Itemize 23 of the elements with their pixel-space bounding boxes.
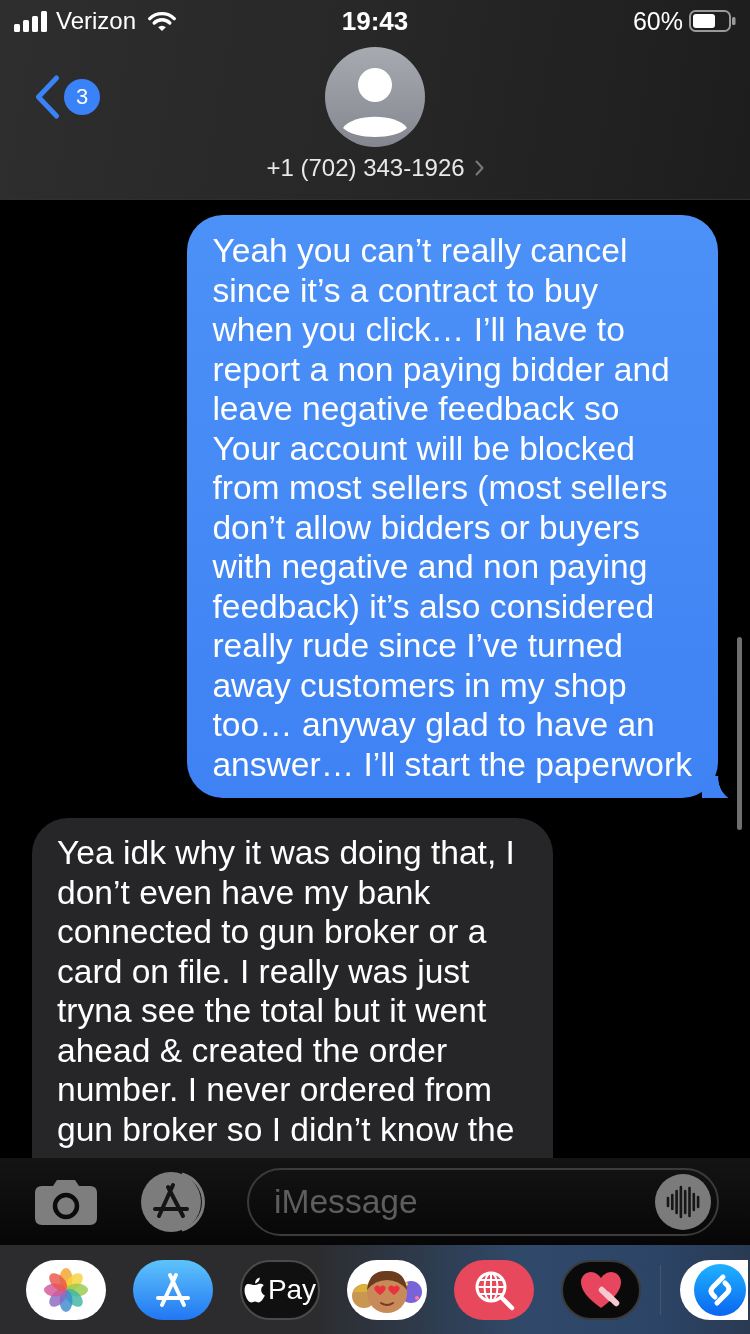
avatar-icon[interactable] [325,47,425,147]
heart-icon [579,1269,623,1310]
back-button[interactable]: 3 [35,75,100,119]
carrier-name: Verizon [56,7,137,35]
signal-strength-icon [14,10,48,32]
chevron-right-icon[interactable] [474,160,484,176]
contact-phone-number[interactable]: +1 (702) 343-1926 [266,154,465,182]
app-drawer-button[interactable] [680,1259,748,1320]
unread-count-badge: 3 [64,79,100,115]
camera-icon[interactable] [35,1178,97,1225]
waveform-icon[interactable] [655,1173,711,1230]
pay-button[interactable]: Pay [240,1259,320,1320]
battery-icon [689,10,736,32]
battery-percentage: 60% [632,7,683,35]
apple-icon [243,1276,266,1303]
wifi-icon [148,10,177,32]
swirl-icon [694,1263,746,1316]
message-input-field[interactable]: iMessage [247,1167,719,1236]
received-message-bubble: Yea idk why it was doing that, I don’t even have my bank connected to gun broker or a card on file. I really was just tryna see the total but it went ahead & created the order number. I never ordered from gun broker so I didn’t know the [32,818,553,1158]
sent-message-bubble: Yeah you can’t really cancel since it’s a contract to buy when you click… I’ll have to report a non paying bidder and leave negative feedback so Your account will be blocked from most sellers (most sellers don’t allow bidders or buyers with negative and non paying feedback) it’s also considered really rude since I’ve turned away customers in my shop too… anyway glad to have an answer… I’ll start the paperwork [187,215,728,798]
status-time: 19:43 [341,6,409,36]
flower-icon [43,1266,89,1313]
chevron-left-icon [35,75,60,119]
